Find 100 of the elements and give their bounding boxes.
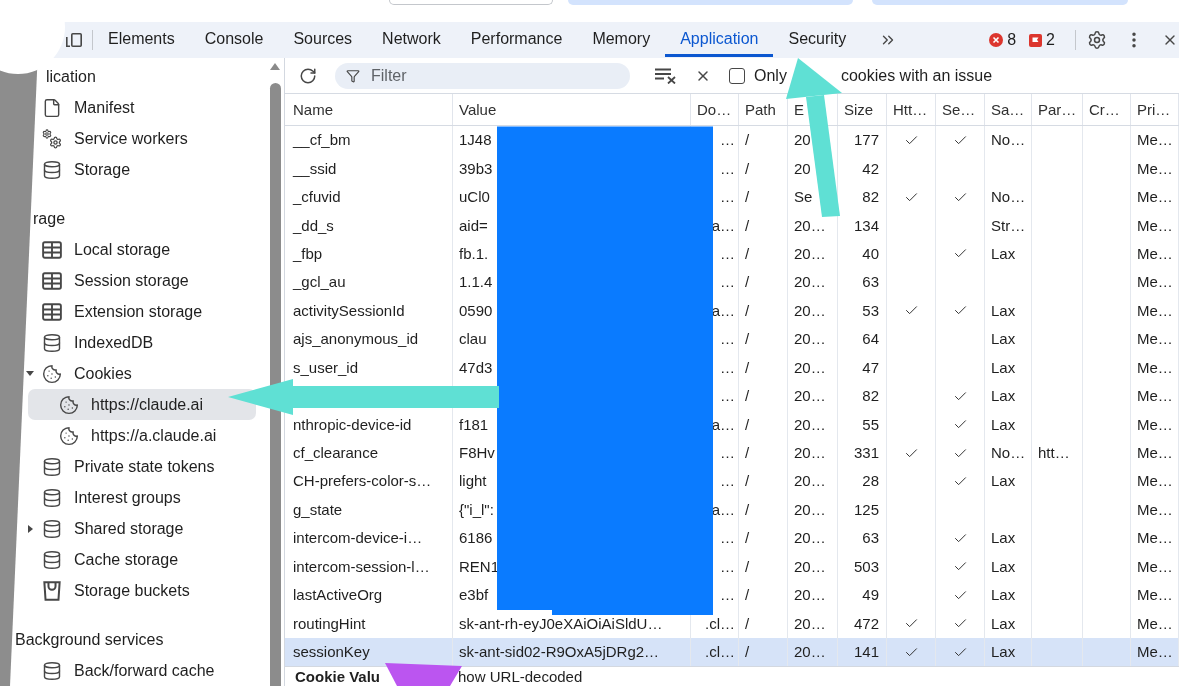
scroll-up-icon[interactable] [270,63,280,70]
cookie-path: / [745,415,750,434]
refresh-icon[interactable] [299,66,317,85]
device-toolbar-icon[interactable] [66,33,82,47]
sidebar-item[interactable]: IndexedDB [39,327,256,358]
cookie-expires: 20… [794,557,826,576]
column-header[interactable]: Htt… [893,100,928,119]
column-header[interactable]: E [794,100,804,119]
option-label[interactable]: how URL-decoded [458,668,583,686]
cookie-name: nthropic-device-id [293,415,412,434]
column-header[interactable]: Sa… [991,100,1025,119]
table-row[interactable]: … / 20… 82 Lax Me… [713,381,1179,411]
cookie-domain: … [720,557,735,576]
sidebar-item[interactable]: Storage [39,154,256,185]
cookie-size: 503 [853,557,879,576]
cookie-domain: .cl… [705,614,735,633]
errors-button[interactable]: 8 [989,28,1017,52]
cookie-name: routingHint [293,614,366,633]
scrollbar-thumb[interactable] [269,83,281,686]
sidebar-item[interactable]: Service workers [39,123,256,154]
tab[interactable]: Console [189,23,279,57]
same-site-value: Lax [991,614,1016,633]
checkbox-label[interactable]: cookies with an issue [840,63,993,88]
cookie-path: / [745,244,750,263]
cookie-size: 42 [862,159,879,178]
settings-icon[interactable] [1087,30,1107,50]
cookie-size: 141 [853,643,879,662]
checkbox[interactable] [729,67,745,84]
column-header[interactable]: Par… [1038,100,1077,119]
priority-value: Me… [1137,472,1173,491]
database-icon [42,487,62,508]
cookie-path: / [745,557,750,576]
cookie-value: uCl0 [459,188,490,207]
cookie-name: cf_clearance [293,444,379,463]
sidebar-item[interactable]: Extension storage [39,296,256,327]
column-header[interactable]: Se… [942,100,976,119]
cookie-path: / [745,586,750,605]
tab[interactable]: Memory [577,23,666,57]
cookie-domain: … [720,472,735,491]
sidebar-item[interactable]: Interest groups [39,482,256,513]
priority-value: Me… [1137,643,1173,662]
column-header[interactable]: Path [745,100,776,119]
sidebar-item[interactable]: Shared storage [39,513,256,544]
cookie-value: 39b3 [459,159,493,178]
cookie-domain: … [720,387,735,406]
sidebar-item[interactable]: Private state tokens [39,451,256,482]
sidebar-item[interactable]: Session storage [39,265,256,296]
column-header[interactable]: Cr… [1089,100,1120,119]
filter-field[interactable]: Filter [335,62,630,89]
cookie-icon [42,363,62,384]
table-row[interactable]: sessionKey sk-ant-sid02-R9OxA5jDRg2… .cl… / 20… 141 Lax Me… [285,637,1179,667]
column-header[interactable]: Size [844,100,874,119]
clear-filter-icon[interactable] [655,67,677,84]
tab[interactable]: Network [367,23,456,57]
cookie-expires: 20… [794,216,826,235]
same-site-value: Lax [991,244,1016,263]
sidebar-item[interactable]: Manifest [39,92,256,123]
cookie-path: / [745,301,750,320]
tab[interactable]: Sources [278,23,368,57]
tab[interactable]: Security [773,23,862,57]
sidebar-item[interactable]: Cache storage [39,544,256,575]
caret-right-icon[interactable] [27,524,33,533]
caret-down-icon[interactable] [26,371,34,376]
cookie-path: / [745,188,750,207]
cookie-domain: … [720,444,735,463]
tab[interactable]: Elements [93,23,190,57]
sidebar-item[interactable]: Local storage [39,234,256,265]
cookie-expires: 20… [794,614,826,633]
tab[interactable]: Performance [455,23,578,57]
cookie-domain: … [720,586,735,605]
flag-icon [1029,33,1043,47]
sidebar-item[interactable]: Back/forward cache [39,655,256,686]
cookie-size: 49 [862,586,879,605]
cookie-path: / [745,444,750,463]
sidebar-item[interactable]: https://claude.ai [28,389,256,420]
cookie-name: intercom-session-l… [293,557,430,576]
column-header[interactable]: Value [459,100,497,119]
cookie-expires: 20… [794,500,826,519]
sidebar-item[interactable]: Cookies [39,358,256,389]
checkbox-label[interactable]: Only [754,63,787,88]
panel-title: Cookie Valu [295,668,381,686]
table-icon [42,270,62,291]
sidebar-item[interactable]: Storage buckets [39,575,256,606]
priority-value: Me… [1137,244,1173,263]
tab[interactable]: Application [665,23,774,57]
cookie-size: 134 [853,216,879,235]
cookie-value: f181 [459,415,489,434]
priority-value: Me… [1137,330,1173,349]
cookie-path: / [745,614,750,633]
column-header[interactable]: Pri… [1137,100,1171,119]
sidebar-item[interactable]: https://a.claude.ai [28,420,256,451]
column-header[interactable]: Do… [697,100,732,119]
partition-key-value: htt… [1038,444,1070,463]
cookie-expires: 20… [794,273,826,292]
cookie-expires: 20… [794,415,826,434]
issues-button[interactable]: 2 [1029,28,1055,52]
same-site-value: Lax [991,301,1016,320]
cookie-value: F8Hv [459,444,495,463]
priority-value: Me… [1137,444,1173,463]
column-header[interactable]: Name [293,100,333,119]
